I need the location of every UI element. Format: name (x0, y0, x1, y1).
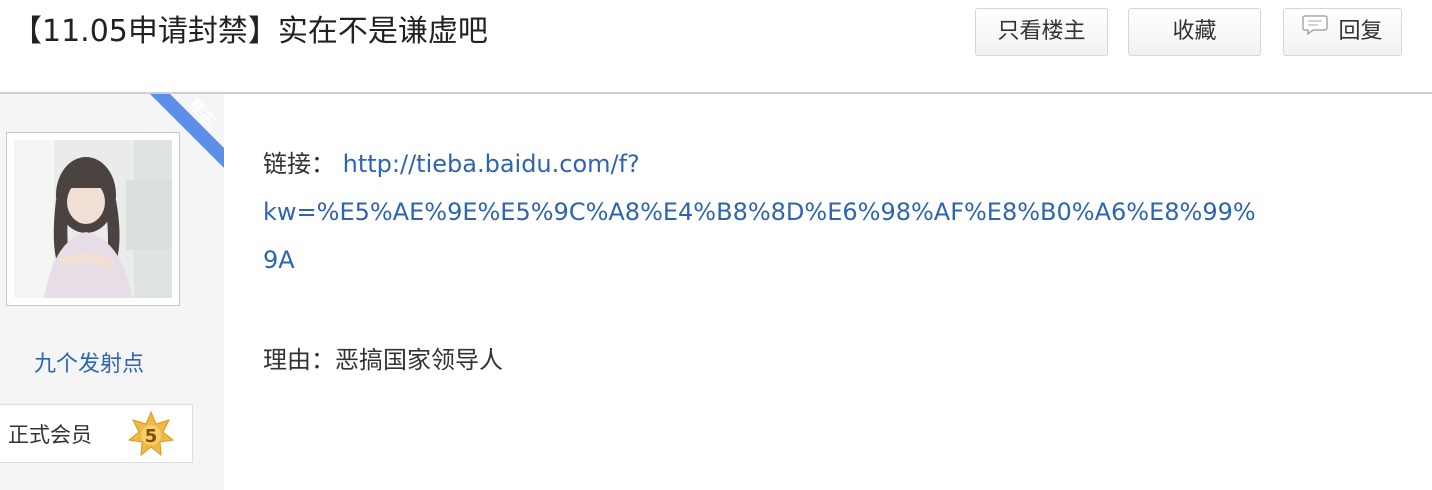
link-label: 链接： (263, 150, 335, 178)
reason-line: 理由：恶搞国家领导人 (263, 336, 503, 384)
thread-title: 【11.05申请封禁】实在不是谦虚吧 (12, 14, 488, 49)
avatar-frame[interactable] (6, 132, 180, 306)
link-line-1: 链接： http://tieba.baidu.com/f? (263, 140, 1403, 188)
reply-button[interactable]: 回复 (1283, 8, 1402, 56)
collect-button[interactable]: 收藏 (1128, 8, 1261, 56)
level-number: 5 (145, 426, 158, 447)
member-status-box: 正式会员 5 (0, 404, 193, 463)
reply-button-label: 回复 (1338, 19, 1383, 44)
speech-bubble-icon (1302, 7, 1329, 53)
link-line-2: kw=%E5%AE%9E%E5%9C%A8%E4%B8%8D%E6%98%AF%… (263, 188, 1403, 236)
only-op-button-label: 只看楼主 (997, 19, 1086, 44)
post-link-part-1[interactable]: http://tieba.baidu.com/f? (343, 150, 640, 178)
reason-text: 恶搞国家领导人 (335, 346, 503, 374)
reason-label: 理由： (263, 346, 335, 374)
post-content: 链接： http://tieba.baidu.com/f? kw=%E5%AE%… (263, 140, 1403, 284)
thread-header: 【11.05申请封禁】实在不是谦虚吧 只看楼主 收藏 回复 (0, 0, 1432, 94)
collect-button-label: 收藏 (1172, 19, 1217, 44)
post-link-part-2[interactable]: kw=%E5%AE%9E%E5%9C%A8%E4%B8%8D%E6%98%AF%… (263, 198, 1256, 226)
author-username[interactable]: 九个发射点 (34, 346, 144, 378)
star-badge-icon: 5 (127, 410, 175, 458)
link-line-3: 9A (263, 236, 1403, 284)
avatar[interactable] (14, 140, 172, 298)
member-label: 正式会员 (8, 423, 92, 447)
only-op-button[interactable]: 只看楼主 (975, 8, 1108, 56)
post-link-part-3[interactable]: 9A (263, 246, 295, 274)
